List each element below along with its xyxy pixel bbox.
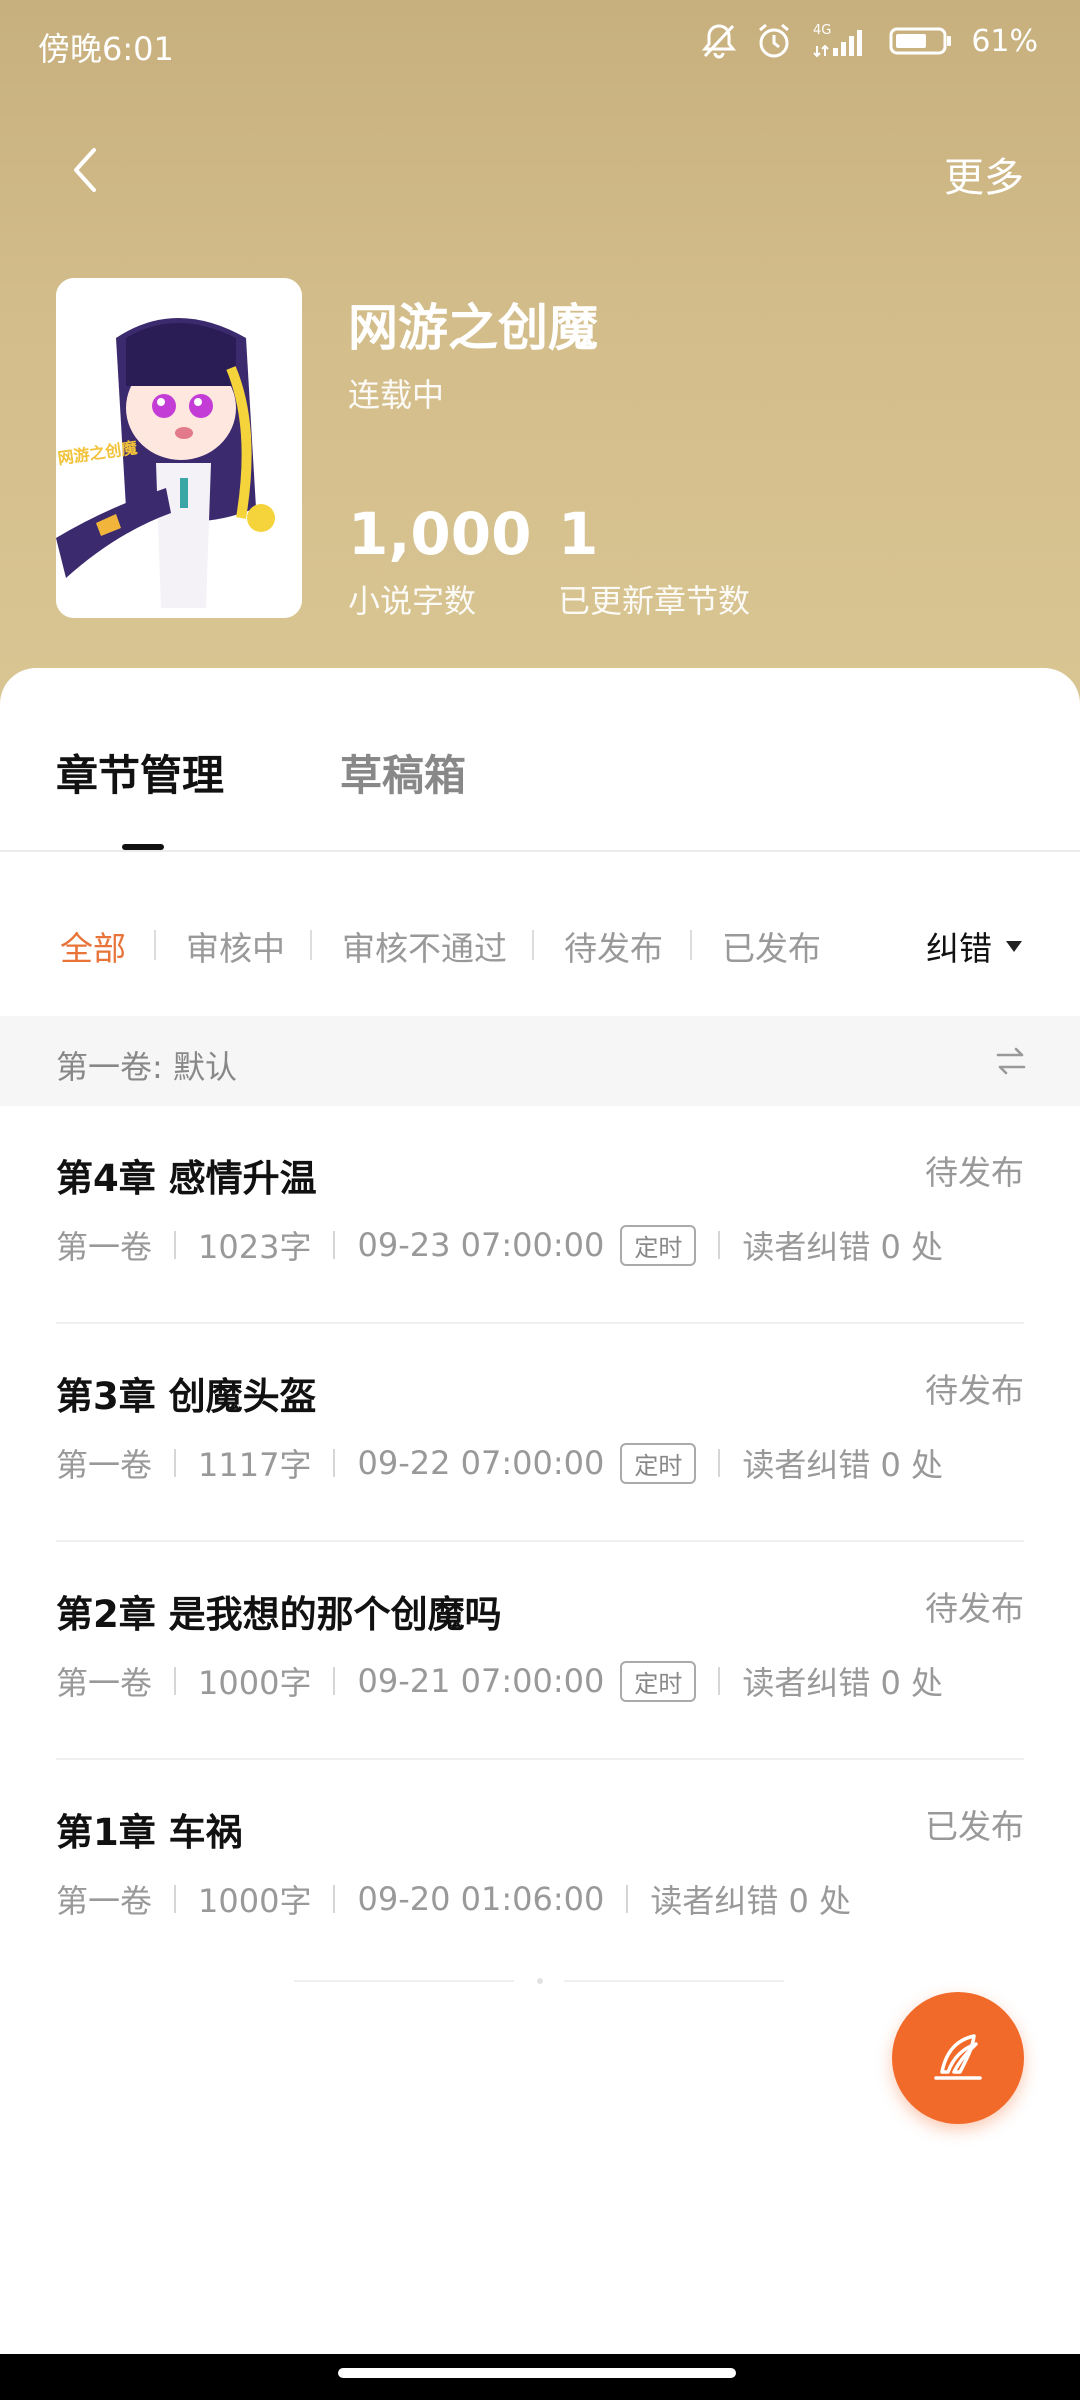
chapter-words: 1117字 <box>198 1446 312 1484</box>
battery-icon <box>889 25 953 57</box>
write-chapter-button[interactable] <box>892 1992 1024 2124</box>
meta-divider <box>718 1231 721 1259</box>
filter-divider <box>154 930 156 960</box>
chapter-errata: 读者纠错 0 处 <box>742 1446 944 1484</box>
back-arrow-icon <box>74 148 96 192</box>
tab-chapter-management[interactable]: 章节管理 <box>56 742 224 803</box>
tab-bar: 章节管理 草稿箱 <box>0 668 1080 852</box>
chapter-item[interactable]: 第4章 感情升温 待发布 第一卷 1023字 09-23 07:00:00 定时… <box>56 1106 1024 1324</box>
chapter-time: 09-22 07:00:00 <box>357 1444 605 1482</box>
meta-divider <box>626 1885 629 1913</box>
chapter-title: 第2章 是我想的那个创魔吗 <box>56 1593 502 1636</box>
battery-percent: 61% <box>971 23 1038 59</box>
chapter-count-value: 1 <box>558 500 599 568</box>
chapter-count-label: 已更新章节数 <box>558 582 751 620</box>
chapter-meta: 第一卷 1000字 09-20 01:06:00 读者纠错 0 处 <box>56 1876 851 1922</box>
scheduled-tag: 定时 <box>620 1660 697 1702</box>
filter-divider <box>532 930 534 960</box>
filter-divider <box>690 930 692 960</box>
meta-divider <box>333 1667 336 1695</box>
chapter-status: 待发布 <box>925 1371 1024 1410</box>
tab-drafts[interactable]: 草稿箱 <box>340 742 466 803</box>
volume-label: 第一卷: 默认 <box>56 1048 237 1086</box>
meta-divider <box>718 1667 721 1695</box>
home-indicator[interactable] <box>338 2368 736 2378</box>
chapter-volume: 第一卷 <box>56 1664 153 1702</box>
tab-indicator <box>122 844 164 850</box>
errata-dropdown-label: 纠错 <box>926 929 992 968</box>
chapter-time: 09-20 01:06:00 <box>357 1880 605 1918</box>
meta-divider <box>718 1449 721 1477</box>
book-title: 网游之创魔 <box>348 299 598 357</box>
status-time: 傍晚6:01 <box>38 30 174 68</box>
status-bar: 傍晚6:01 4G 61% <box>0 0 1080 90</box>
chapter-errata: 读者纠错 0 处 <box>742 1664 944 1702</box>
filter-published[interactable]: 已发布 <box>722 922 821 970</box>
meta-divider <box>333 1231 336 1259</box>
swap-icon[interactable] <box>994 1044 1028 1082</box>
chapter-words: 1023字 <box>198 1228 312 1266</box>
word-count-label: 小说字数 <box>348 582 477 620</box>
alarm-icon <box>755 22 793 60</box>
book-status: 连载中 <box>348 376 445 414</box>
status-icons: 4G 61% <box>701 22 1038 60</box>
back-button[interactable] <box>62 140 112 200</box>
word-count-value: 1,000 <box>348 500 532 568</box>
chapter-meta: 第一卷 1000字 09-21 07:00:00 定时 读者纠错 0 处 <box>56 1658 943 1704</box>
chapter-meta: 第一卷 1117字 09-22 07:00:00 定时 读者纠错 0 处 <box>56 1440 943 1486</box>
chapter-volume: 第一卷 <box>56 1446 153 1484</box>
meta-divider <box>174 1449 177 1477</box>
bell-muted-icon <box>701 22 737 60</box>
filter-reviewing[interactable]: 审核中 <box>186 922 285 970</box>
quill-icon <box>934 2034 982 2080</box>
signal-icon: 4G <box>811 22 871 60</box>
chapter-errata: 读者纠错 0 处 <box>742 1228 944 1266</box>
cover-illustration: 网游之创魔 <box>56 278 302 618</box>
filter-divider <box>310 930 312 960</box>
end-of-list-line <box>564 1980 784 1982</box>
end-of-list-dot <box>537 1978 543 1984</box>
chapter-time: 09-21 07:00:00 <box>357 1662 605 1700</box>
chapter-words: 1000字 <box>198 1882 312 1920</box>
chapter-meta: 第一卷 1023字 09-23 07:00:00 定时 读者纠错 0 处 <box>56 1222 943 1268</box>
dropdown-triangle-icon <box>1006 940 1022 952</box>
errata-dropdown[interactable]: 纠错 <box>926 922 1022 970</box>
meta-divider <box>333 1885 336 1913</box>
status-filter-bar: 全部 审核中 审核不通过 待发布 已发布 纠错 <box>0 908 1080 978</box>
meta-divider <box>333 1449 336 1477</box>
end-of-list-line <box>294 1980 514 1982</box>
meta-divider <box>174 1885 177 1913</box>
more-button[interactable]: 更多 <box>944 145 1024 203</box>
meta-divider <box>174 1667 177 1695</box>
chapter-item[interactable]: 第3章 创魔头盔 待发布 第一卷 1117字 09-22 07:00:00 定时… <box>56 1324 1024 1542</box>
book-cover: 网游之创魔 <box>56 278 302 618</box>
filter-pending[interactable]: 待发布 <box>564 922 663 970</box>
filter-rejected[interactable]: 审核不通过 <box>342 922 507 970</box>
chapter-status: 待发布 <box>925 1153 1024 1192</box>
scheduled-tag: 定时 <box>620 1442 697 1484</box>
chapter-status: 已发布 <box>925 1807 1024 1846</box>
chapter-time: 09-23 07:00:00 <box>357 1226 605 1264</box>
scheduled-tag: 定时 <box>620 1224 697 1266</box>
volume-header[interactable]: 第一卷: 默认 <box>0 1016 1080 1106</box>
chapter-volume: 第一卷 <box>56 1882 153 1920</box>
chapter-status: 待发布 <box>925 1589 1024 1628</box>
chapter-title: 第4章 感情升温 <box>56 1157 317 1200</box>
chapter-volume: 第一卷 <box>56 1228 153 1266</box>
chapter-item[interactable]: 第1章 车祸 已发布 第一卷 1000字 09-20 01:06:00 读者纠错… <box>56 1760 1024 1978</box>
filter-all[interactable]: 全部 <box>60 922 126 970</box>
chapter-errata: 读者纠错 0 处 <box>650 1882 852 1920</box>
chapter-title: 第3章 创魔头盔 <box>56 1375 317 1418</box>
chapter-words: 1000字 <box>198 1664 312 1702</box>
network-type: 4G <box>813 23 831 38</box>
chapter-title: 第1章 车祸 <box>56 1811 243 1854</box>
chapter-item[interactable]: 第2章 是我想的那个创魔吗 待发布 第一卷 1000字 09-21 07:00:… <box>56 1542 1024 1760</box>
meta-divider <box>174 1231 177 1259</box>
